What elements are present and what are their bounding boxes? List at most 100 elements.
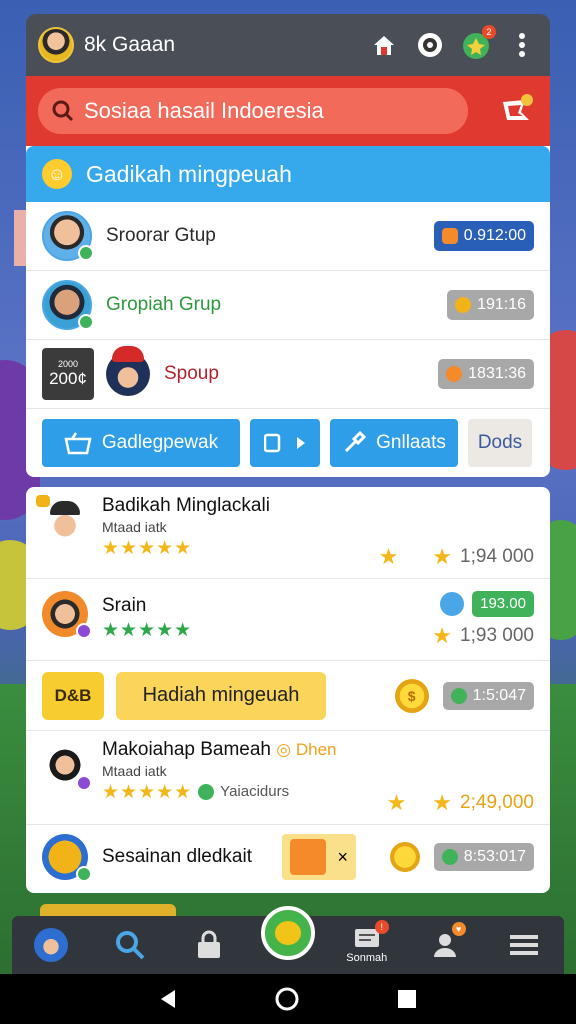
key-chip[interactable]: × xyxy=(282,834,356,880)
play-button[interactable] xyxy=(250,419,320,467)
search-input[interactable] xyxy=(84,98,454,124)
profile-avatar[interactable] xyxy=(38,27,74,63)
nav-home[interactable] xyxy=(260,906,316,970)
app-title: 8k Gaaan xyxy=(84,33,176,56)
back-icon[interactable] xyxy=(159,989,177,1009)
list-item[interactable]: Sesainan dledkait × 8:53:017 xyxy=(26,825,550,889)
nav-lock[interactable] xyxy=(181,920,237,970)
deals-button[interactable]: Dods xyxy=(468,419,532,467)
list-item[interactable]: Srain ★★★★★ 193.00 ★ 1;93 000 xyxy=(26,579,550,661)
avatar xyxy=(42,834,92,882)
nav-menu[interactable] xyxy=(496,920,552,970)
avatar-icon xyxy=(34,928,69,962)
verified-tag: ◎ Dhen xyxy=(276,740,337,759)
nav-messages-label: Sonmah xyxy=(346,952,388,964)
coin-stack-icon: $ xyxy=(394,678,429,713)
timer-pill: 1:5:047 xyxy=(442,681,534,710)
avatar xyxy=(42,211,94,261)
star-icon: ★ xyxy=(432,544,453,569)
smile-icon: ☺ xyxy=(42,159,72,189)
coin-icon xyxy=(389,842,420,872)
action-buttons: Gadlegpewak Gnllaats Dods xyxy=(26,409,550,477)
star-rating: ★★★★★ xyxy=(102,620,193,641)
rewards-icon[interactable]: 2 xyxy=(460,25,496,61)
avatar xyxy=(42,743,92,791)
system-nav-bar xyxy=(0,974,576,1024)
star-rating: ★★★★★ xyxy=(102,782,193,803)
menu-icon xyxy=(510,935,539,955)
home-icon[interactable] xyxy=(368,29,400,61)
search-icon xyxy=(116,931,145,960)
message-badge: ! xyxy=(374,920,389,934)
score-value: 2;49,000 xyxy=(460,792,534,813)
avatar xyxy=(42,280,94,330)
nav-account[interactable]: ♥ xyxy=(418,920,474,970)
group-row[interactable]: 2000 200¢ Spoup 1831:36 xyxy=(26,340,550,409)
screen-icon xyxy=(264,433,281,453)
top-bar: 8k Gaaan 2 xyxy=(26,14,550,76)
score-value: 1;94 000 xyxy=(460,546,534,567)
flag-icon xyxy=(503,94,533,120)
nav-messages[interactable]: ! Sonmah xyxy=(339,920,395,970)
fruit-icon xyxy=(274,921,301,945)
home-circle-icon[interactable] xyxy=(275,987,299,1011)
score-badge: 193.00 xyxy=(472,590,534,617)
more-vert-icon[interactable] xyxy=(506,29,538,61)
timer-value: 1831:36 xyxy=(468,365,526,382)
item-title: Makoiahap Bameah ◎ Dhen xyxy=(102,739,337,760)
lock-icon xyxy=(198,930,221,958)
timer-pill: 8:53:017 xyxy=(433,843,534,871)
star-rating: ★★★★★ xyxy=(102,538,193,559)
price-thumb: 2000 200¢ xyxy=(42,348,94,400)
coin-icon xyxy=(446,366,463,382)
star-icon: ★ xyxy=(432,622,453,648)
list-item[interactable]: Makoiahap Bameah ◎ Dhen Mtaad iatk ★★★★★… xyxy=(26,731,550,825)
panel-title: Gadikah mingpeuah xyxy=(86,160,292,187)
avatar xyxy=(36,495,88,545)
hammer-icon xyxy=(345,431,367,453)
group-row[interactable]: Gropiah Grup 191:16 xyxy=(26,271,550,340)
star-icon: ★ xyxy=(386,790,407,815)
extra-label: Yaiacidurs xyxy=(220,783,290,800)
item-title: Srain xyxy=(102,595,147,616)
gift-button[interactable]: Gadlegpewak xyxy=(42,419,240,467)
promo-banner[interactable]: Hadiah mingeuah xyxy=(116,671,326,720)
panel-header: ☺ Gadikah mingpeuah xyxy=(26,146,550,202)
list-item[interactable]: D&B Hadiah mingeuah $ 1:5:047 xyxy=(26,661,550,731)
item-title: Badikah Minglackali xyxy=(102,495,270,516)
nav-profile[interactable] xyxy=(23,920,79,970)
check-icon xyxy=(198,783,215,800)
close-icon[interactable]: × xyxy=(337,847,348,868)
key-icon xyxy=(290,839,326,875)
coin-icon xyxy=(455,297,472,313)
flag-button[interactable] xyxy=(494,89,538,133)
timer-value: 0.912:00 xyxy=(463,227,526,244)
notification-badge: 2 xyxy=(482,25,496,39)
tag-badge: D&B xyxy=(42,671,104,720)
search-band xyxy=(26,76,550,146)
group-name: Gropiah Grup xyxy=(106,294,222,315)
recents-icon[interactable] xyxy=(397,989,417,1009)
search-box[interactable] xyxy=(38,88,468,134)
timer-pill: 1831:36 xyxy=(438,359,534,389)
account-badge: ♥ xyxy=(451,922,466,936)
timer-icon xyxy=(441,849,458,865)
item-title: Sesainan dledkait xyxy=(102,846,252,867)
item-subtitle: Mtaad iatk xyxy=(102,519,167,535)
nav-search[interactable] xyxy=(102,920,158,970)
gifts-button[interactable]: Gnllaats xyxy=(330,419,458,467)
basket-icon xyxy=(64,432,92,455)
timer-pill: 191:16 xyxy=(447,290,534,320)
compass-icon[interactable] xyxy=(414,29,446,61)
decor-band xyxy=(40,904,176,916)
home-button[interactable] xyxy=(260,906,315,960)
search-icon xyxy=(52,100,74,122)
item-subtitle: Mtaad iatk xyxy=(102,763,167,779)
list-item[interactable]: Badikah Minglackali Mtaad iatk ★★★★★ ★ ★… xyxy=(26,487,550,579)
avatar xyxy=(106,346,150,396)
play-icon xyxy=(297,437,305,449)
bottom-nav: ! Sonmah ♥ xyxy=(12,906,564,974)
group-row[interactable]: Sroorar Gtup 0.912:00 xyxy=(26,202,550,271)
score-value: 1;93 000 xyxy=(460,624,534,646)
timer-pill: 0.912:00 xyxy=(433,221,534,251)
